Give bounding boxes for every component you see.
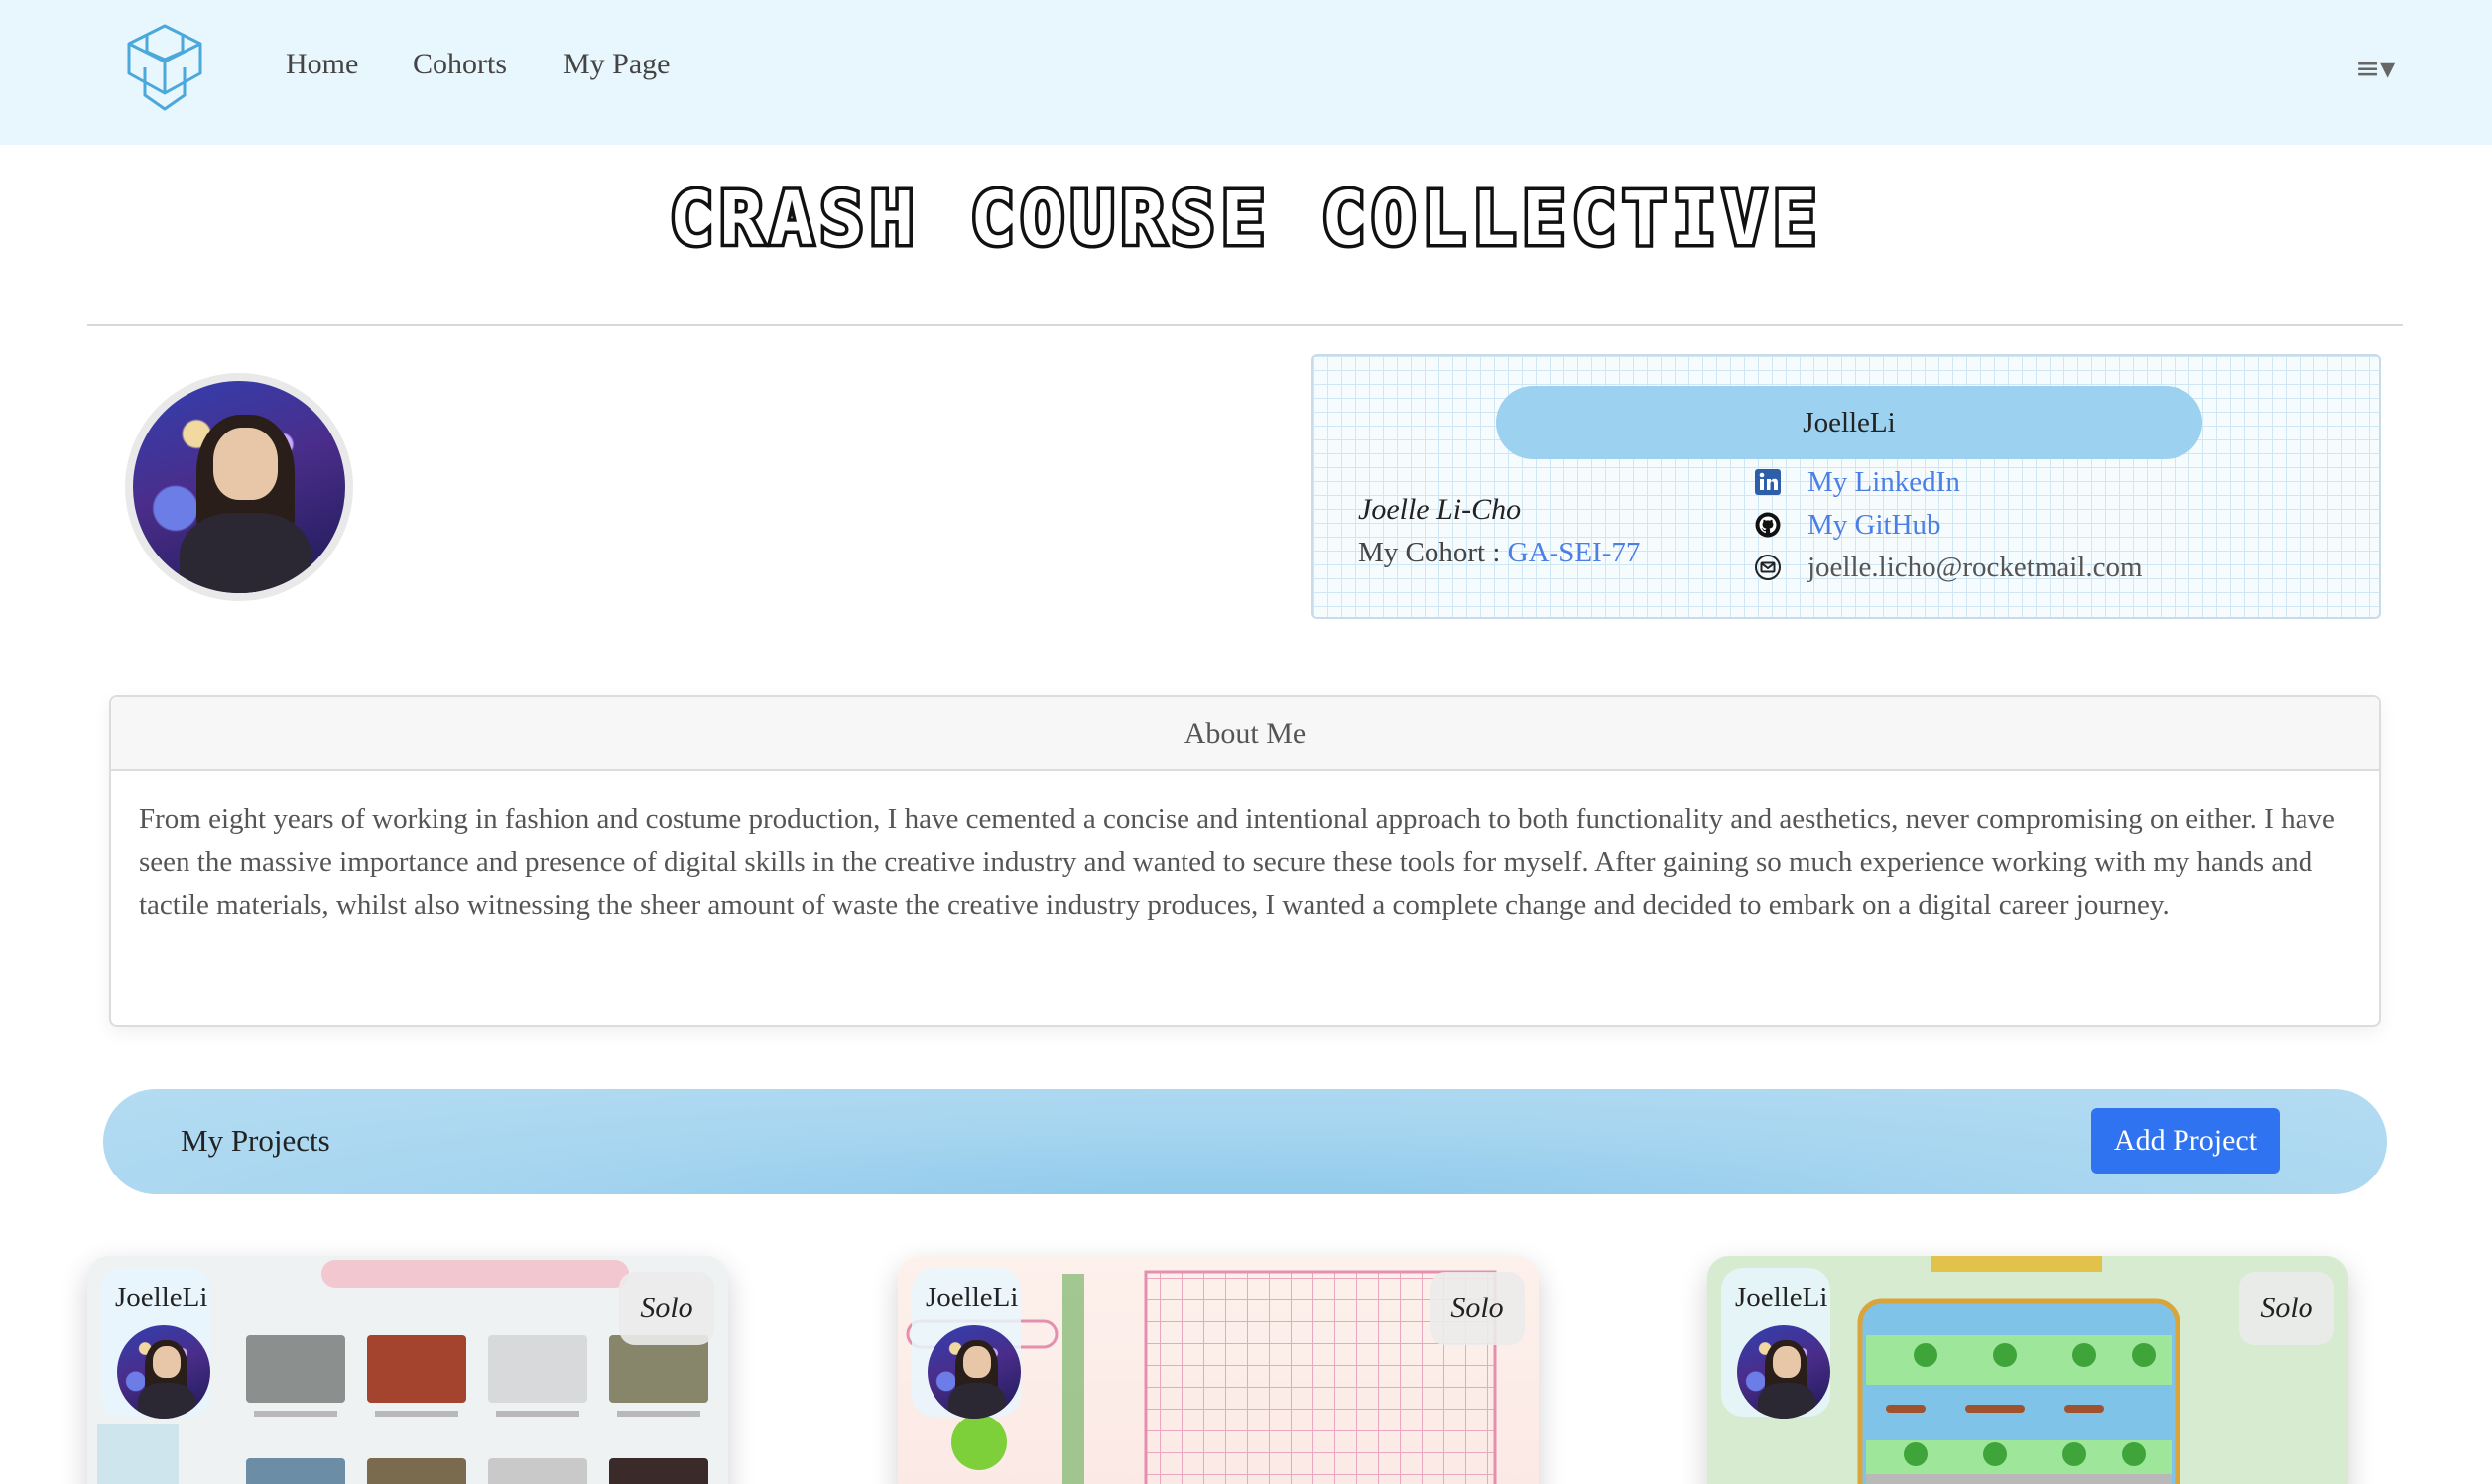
project-owner-name: JoelleLi — [115, 1282, 208, 1313]
linkedin-link[interactable]: My LinkedIn — [1807, 466, 1960, 499]
project-type-badge: Solo — [2239, 1272, 2334, 1345]
nav-my-page-link[interactable]: My Page — [563, 48, 671, 81]
about-title: About Me — [111, 697, 2379, 771]
profile-info-card: JoelleLi Joelle Li-Cho My Cohort : GA-SE… — [1311, 354, 2381, 619]
github-link[interactable]: My GitHub — [1807, 509, 1941, 542]
avatar-photo — [133, 381, 345, 593]
project-owner-avatar — [117, 1325, 210, 1419]
profile-avatar — [125, 373, 353, 601]
project-owner-name: JoelleLi — [926, 1282, 1019, 1313]
cohort-line: My Cohort : GA-SEI-77 — [1358, 537, 1640, 569]
username-pill: JoelleLi — [1496, 386, 2202, 459]
site-title: CRASH COURSE COLLECTIVE — [666, 174, 1823, 266]
project-type-badge: Solo — [619, 1272, 714, 1345]
github-row[interactable]: My GitHub — [1750, 505, 1941, 545]
project-owner-avatar — [1737, 1325, 1830, 1419]
project-card[interactable]: JoelleLi Solo — [898, 1256, 1539, 1484]
project-card[interactable]: JoelleLi Solo — [87, 1256, 728, 1484]
email-text: joelle.licho@rocketmail.com — [1807, 551, 2143, 583]
about-text: From eight years of working in fashion a… — [139, 804, 2335, 921]
full-name: Joelle Li-Cho — [1358, 493, 1522, 526]
cohort-link[interactable]: GA-SEI-77 — [1508, 537, 1641, 568]
about-card: About Me From eight years of working in … — [109, 695, 2381, 1027]
project-type-badge: Solo — [1430, 1272, 1525, 1345]
logo-icon[interactable] — [123, 22, 206, 115]
email-row: joelle.licho@rocketmail.com — [1750, 548, 2143, 587]
linkedin-row[interactable]: My LinkedIn — [1750, 462, 1960, 502]
cohort-label: My Cohort : — [1358, 537, 1508, 568]
mail-icon — [1750, 550, 1786, 585]
linkedin-icon — [1750, 464, 1786, 500]
github-icon — [1750, 507, 1786, 543]
project-owner-avatar — [928, 1325, 1021, 1419]
projects-bar: My Projects Add Project — [103, 1089, 2387, 1194]
title-divider — [87, 324, 2403, 326]
project-card[interactable]: JoelleLi Solo — [1707, 1256, 2348, 1484]
navbar: Home Cohorts My Page ≡▾ — [0, 0, 2492, 145]
nav-home-link[interactable]: Home — [286, 48, 358, 81]
nav-cohorts-link[interactable]: Cohorts — [413, 48, 507, 81]
projects-title: My Projects — [181, 1123, 330, 1158]
menu-icon[interactable]: ≡▾ — [2355, 52, 2395, 86]
add-project-button[interactable]: Add Project — [2091, 1108, 2280, 1174]
project-owner-name: JoelleLi — [1735, 1282, 1828, 1313]
